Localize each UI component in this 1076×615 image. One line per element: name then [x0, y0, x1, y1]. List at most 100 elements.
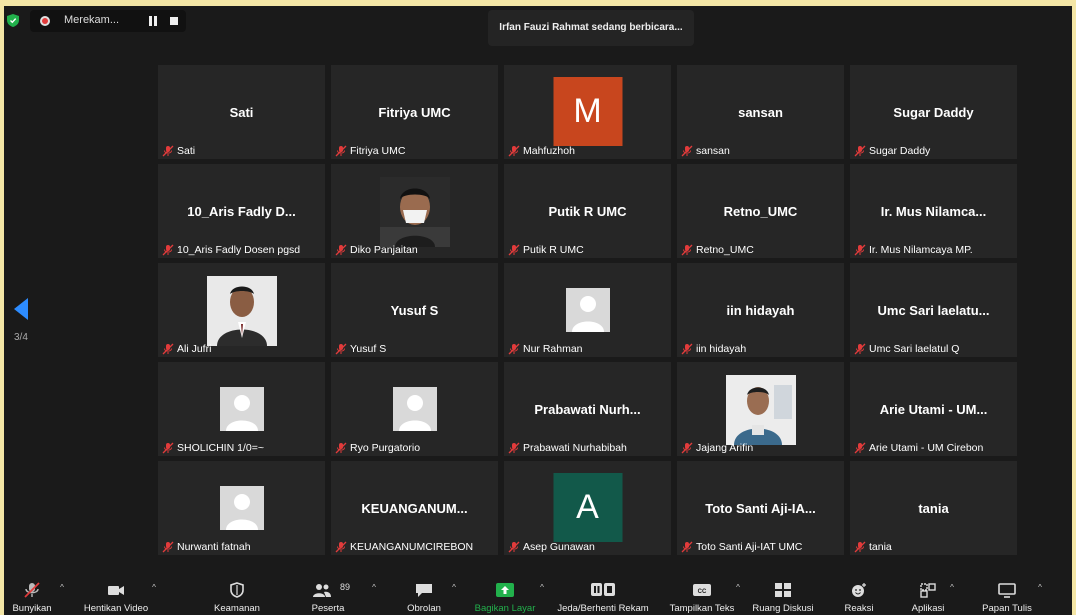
participant-tile[interactable]: Nurwanti fatnah: [158, 461, 325, 555]
participant-name: Ali Jufri: [177, 342, 212, 355]
chevron-up-icon[interactable]: ^: [450, 583, 458, 592]
reactions-button[interactable]: Reaksi: [836, 579, 882, 615]
whiteboard-icon: [998, 583, 1016, 598]
participant-tile[interactable]: Diko Panjaitan: [331, 164, 498, 258]
stop-video-label: Hentikan Video: [83, 603, 149, 614]
default-avatar-icon: [392, 387, 437, 431]
mic-muted-icon: [681, 145, 693, 157]
participant-name-label: Ryo Purgatorio: [335, 440, 420, 455]
chat-label: Obrolan: [407, 603, 441, 614]
apps-label: Aplikasi: [911, 603, 945, 614]
participant-display-name: iin hidayah: [726, 303, 795, 318]
participant-tile[interactable]: Arie Utami - UM... Arie Utami - UM Cirebo…: [850, 362, 1017, 456]
participant-tile[interactable]: Putik R UMC Putik R UMC: [504, 164, 671, 258]
participant-tile[interactable]: Ryo Purgatorio: [331, 362, 498, 456]
closed-caption-icon: CC: [693, 584, 711, 596]
participant-name-label: Diko Panjaitan: [335, 242, 418, 257]
participant-display-name: Toto Santi Aji-IA...: [705, 501, 816, 516]
participant-tile[interactable]: Yusuf S Yusuf S: [331, 263, 498, 357]
participant-display-name: Retno_UMC: [723, 204, 798, 219]
breakout-rooms-button[interactable]: Ruang Diskusi: [748, 579, 818, 615]
chevron-up-icon[interactable]: ^: [58, 583, 66, 592]
video-camera-icon: [108, 586, 124, 595]
mic-muted-icon: [681, 442, 693, 454]
participant-name: sansan: [696, 144, 730, 157]
chevron-up-icon[interactable]: ^: [370, 583, 378, 592]
unmute-button[interactable]: ^ Bunyikan: [4, 579, 64, 615]
participant-tile[interactable]: Ali Jufri: [158, 263, 325, 357]
participant-tile[interactable]: Sati Sati: [158, 65, 325, 159]
participant-tile[interactable]: SHOLICHIN 1/0=~: [158, 362, 325, 456]
apps-button[interactable]: ^ Aplikasi: [900, 579, 956, 615]
participant-name: Prabawati Nurhabibah: [523, 441, 627, 454]
show-captions-button[interactable]: CC ^ Tampilkan Teks: [664, 579, 740, 615]
participant-tile[interactable]: Nur Rahman: [504, 263, 671, 357]
participant-tile[interactable]: Sugar Daddy Sugar Daddy: [850, 65, 1017, 159]
pause-stop-recording-button[interactable]: Jeda/Berhenti Rekam: [554, 579, 652, 615]
participant-tile[interactable]: Toto Santi Aji-IA... Toto Santi Aji-IAT U…: [677, 461, 844, 555]
security-button[interactable]: Keamanan: [204, 579, 270, 615]
stop-video-button[interactable]: ^ Hentikan Video: [72, 579, 160, 615]
page-indicator: 3/4: [14, 332, 28, 343]
participant-photo: [725, 375, 796, 445]
share-screen-button[interactable]: ^ Bagikan Layar: [470, 579, 544, 615]
mic-muted-icon: [854, 541, 866, 553]
mic-muted-icon: [335, 541, 347, 553]
stop-recording-icon[interactable]: [170, 17, 178, 25]
zoom-meeting-window: Merekam... Irfan Fauzi Rahmat sedang ber…: [4, 6, 1072, 615]
letter-avatar: A: [553, 473, 622, 542]
participant-tile[interactable]: iin hidayah iin hidayah: [677, 263, 844, 357]
chevron-up-icon[interactable]: ^: [538, 583, 546, 592]
participant-name-label: SHOLICHIN 1/0=~: [162, 440, 264, 455]
security-label: Keamanan: [214, 603, 260, 614]
participant-name: Ryo Purgatorio: [350, 441, 421, 454]
participant-tile[interactable]: Umc Sari laelatu... Umc Sari laelatul Q: [850, 263, 1017, 357]
mic-muted-icon: [854, 343, 866, 355]
chevron-up-icon[interactable]: ^: [150, 583, 158, 592]
chat-button[interactable]: ^ Obrolan: [394, 579, 456, 615]
participant-name-label: Retno_UMC: [681, 242, 754, 257]
pause-recording-icon[interactable]: [148, 16, 158, 26]
participant-name: Ir. Mus Nilamcaya MP.: [869, 243, 973, 256]
participant-tile[interactable]: M Mahfuzhoh: [504, 65, 671, 159]
participant-display-name: Yusuf S: [390, 303, 439, 318]
mic-muted-icon: [335, 442, 347, 454]
mic-muted-icon: [681, 541, 693, 553]
participant-display-name: sansan: [738, 105, 783, 120]
participant-display-name: tania: [918, 501, 949, 516]
security-shield-icon[interactable]: [7, 14, 19, 27]
participant-display-name: Ir. Mus Nilamca...: [880, 204, 987, 219]
participant-tile[interactable]: Jajang Arifin: [677, 362, 844, 456]
participant-tile[interactable]: tania tania: [850, 461, 1017, 555]
participant-tile[interactable]: KEUANGANUM... KEUANGANUMCIREBON: [331, 461, 498, 555]
participant-display-name: Sati: [229, 105, 254, 120]
meeting-toolbar: ^ Bunyikan ^ Hentikan Video Keamanan 89: [4, 579, 1072, 615]
top-bar: Merekam... Irfan Fauzi Rahmat sedang ber…: [4, 6, 1072, 46]
participant-tile[interactable]: Fitriya UMC Fitriya UMC: [331, 65, 498, 159]
active-speaker-banner: Irfan Fauzi Rahmat sedang berbicara...: [488, 10, 694, 46]
mic-muted-icon: [162, 343, 174, 355]
participant-name-label: tania: [854, 539, 892, 554]
participant-tile[interactable]: Ir. Mus Nilamca... Ir. Mus Nilamcaya MP.: [850, 164, 1017, 258]
participant-name-label: sansan: [681, 143, 730, 158]
mic-muted-icon: [508, 244, 520, 256]
mic-muted-icon: [162, 244, 174, 256]
participant-name: Diko Panjaitan: [350, 243, 418, 256]
chevron-up-icon[interactable]: ^: [734, 583, 742, 592]
participant-display-name: Arie Utami - UM...: [879, 402, 988, 417]
previous-page-arrow-icon[interactable]: [14, 298, 28, 320]
default-avatar-icon: [565, 288, 610, 332]
participant-tile[interactable]: sansan sansan: [677, 65, 844, 159]
chevron-up-icon[interactable]: ^: [948, 583, 956, 592]
whiteboard-button[interactable]: ^ Papan Tulis: [974, 579, 1042, 615]
chevron-up-icon[interactable]: ^: [1036, 583, 1044, 592]
pause-stop-icon: [591, 583, 615, 596]
participant-tile[interactable]: Prabawati Nurh... Prabawati Nurhabibah: [504, 362, 671, 456]
participant-tile[interactable]: Retno_UMC Retno_UMC: [677, 164, 844, 258]
breakout-rooms-icon: [775, 583, 791, 597]
participant-tile[interactable]: A Asep Gunawan: [504, 461, 671, 555]
participant-tile[interactable]: 10_Aris Fadly D... 10_Aris Fadly Dosen pg…: [158, 164, 325, 258]
participant-name: Toto Santi Aji-IAT UMC: [696, 540, 803, 553]
participant-display-name: Sugar Daddy: [893, 105, 974, 120]
participants-button[interactable]: 89 ^ Peserta: [298, 579, 376, 615]
